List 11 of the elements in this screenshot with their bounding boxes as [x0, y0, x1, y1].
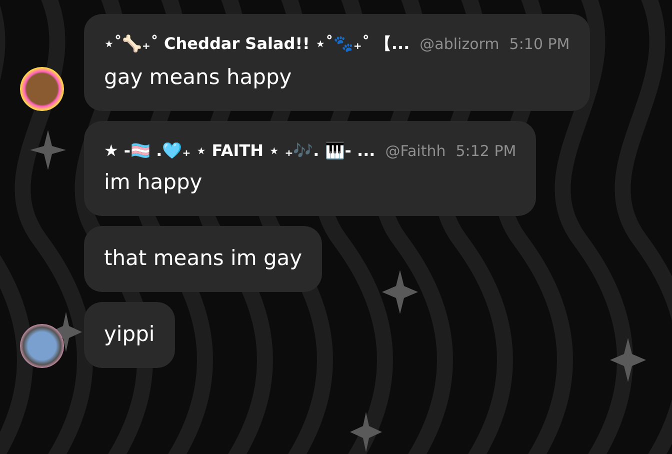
user-avatar[interactable]	[20, 67, 64, 111]
username[interactable]: @ablizorm	[420, 35, 500, 53]
username[interactable]: @Faithh	[385, 142, 446, 160]
timestamp: 5:12 PM	[456, 142, 516, 160]
message-text: gay means happy	[104, 65, 293, 89]
message-text: that means im gay	[104, 246, 302, 270]
message-text: yippi	[104, 322, 155, 346]
message-text: im happy	[104, 170, 204, 194]
timestamp: 5:10 PM	[509, 35, 570, 53]
display-name[interactable]: ★ -🏳‍⚧ .🩵₊ ⋆ FAITH ⋆ ₊🎶. 🎹- ...	[104, 141, 376, 160]
display-name[interactable]: ⋆˚🦴₊˚ Cheddar Salad!! ⋆˚🐾₊˚ 【...	[104, 34, 410, 55]
